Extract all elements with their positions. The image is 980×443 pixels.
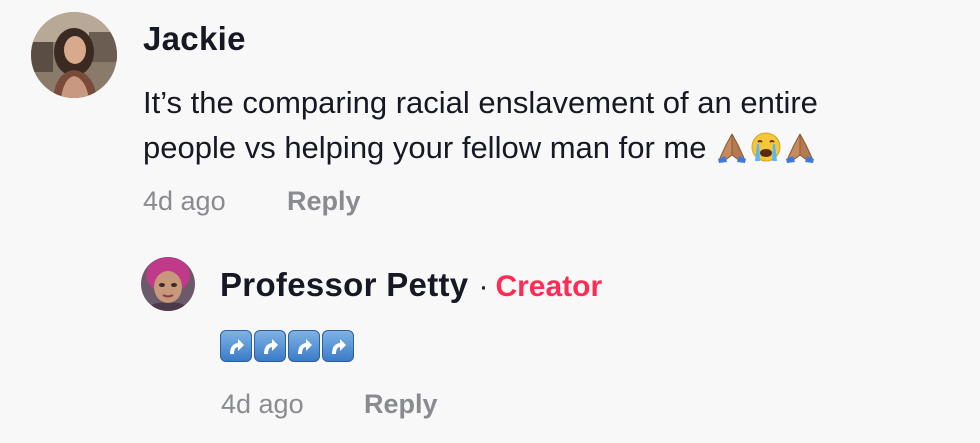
comment-timestamp: 4d ago [143,186,226,216]
avatar[interactable] [31,12,117,98]
comment-thread: Jackie It’s the comparing racial enslave… [0,0,980,443]
reply-text [220,330,354,362]
arrow-curving-up-icon [220,330,252,362]
comment-username[interactable]: Jackie [143,20,246,58]
arrow-curving-up-icon [288,330,320,362]
arrow-curving-up-icon [322,330,354,362]
avatar-image [141,257,195,311]
reply-button[interactable]: Reply [287,186,361,217]
reply-reply-button[interactable]: Reply [364,389,438,420]
reply-username[interactable]: Professor Petty [220,266,468,304]
creator-badge: Creator [495,270,603,303]
arrow-curving-up-icon [254,330,286,362]
reply-header: Professor Petty · Creator [220,266,602,304]
comment-text-line1: It’s the comparing racial enslavement of… [143,85,818,120]
reply-avatar[interactable] [141,257,195,311]
reply-timestamp: 4d ago [221,389,304,419]
folded-hands-icon [783,130,817,175]
folded-hands-icon [715,130,749,175]
comment-text: It’s the comparing racial enslavement of… [143,80,943,175]
separator-dot: · [478,270,489,303]
loudly-crying-face-icon [749,130,783,175]
avatar-image [31,12,117,98]
comment-text-line2: people vs helping your fellow man for me [143,130,707,165]
